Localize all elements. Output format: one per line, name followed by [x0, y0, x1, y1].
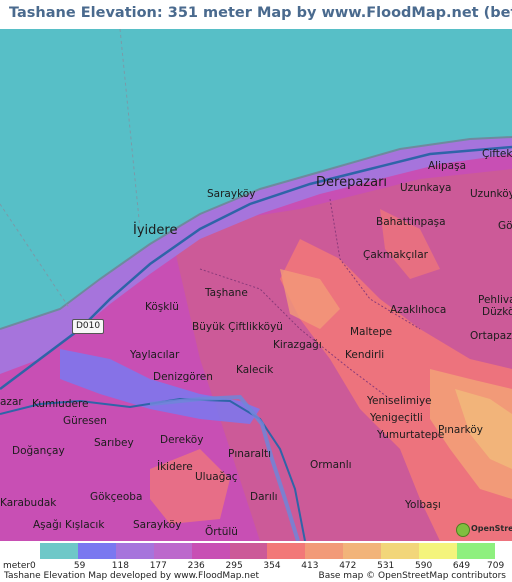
place-ciftekavak: Çiftekav — [482, 148, 512, 160]
place-ortapazar: Ortapaza — [470, 330, 512, 342]
footer: Tashane Elevation Map developed by www.F… — [0, 571, 512, 582]
place-ormanli: Ormanlı — [310, 459, 352, 471]
legend-swatch — [77, 543, 116, 559]
openstreetmap-logo-text: OpenStreetMap — [471, 524, 512, 533]
legend-swatch — [229, 543, 268, 559]
openstreetmap-icon — [456, 523, 470, 537]
place-saribey: Sarıbey — [94, 437, 134, 449]
legend-value: 531 — [377, 561, 395, 571]
place-koşklu: Köşklü — [145, 301, 179, 313]
legend-value: 236 — [187, 561, 205, 571]
place-derepazari: Derepazarı — [316, 175, 388, 190]
legend-value: 59 — [73, 561, 86, 571]
place-yeniselimiye: Yeniselimiye — [367, 395, 432, 407]
legend-swatch — [153, 543, 192, 559]
place-duzko: Düzkö — [482, 306, 512, 318]
openstreetmap-logo[interactable]: OpenStreetMap — [456, 522, 512, 538]
place-karabudak: Karabudak — [0, 497, 57, 509]
legend-swatch — [267, 543, 306, 559]
legend-swatch — [115, 543, 154, 559]
place-azaklihoca: Azaklıhoca — [390, 304, 447, 316]
place-saraykoy-north: Sarayköy — [207, 188, 256, 200]
place-kirazgagi: Kirazgağı — [273, 339, 322, 351]
legend-value: 649 — [452, 561, 471, 571]
place-yolbasi: Yolbaşı — [405, 499, 441, 511]
place-pinaralti: Pınaraltı — [228, 448, 272, 460]
place-dogancay: Doğançay — [12, 445, 65, 457]
place-tashane: Taşhane — [205, 287, 248, 299]
place-derekoy: Dereköy — [160, 434, 204, 446]
place-kumludere: Kumludere — [32, 398, 89, 410]
place-asagi-kislacik: Aşağı Kışlacık — [33, 519, 105, 531]
footer-credit: Tashane Elevation Map developed by www.F… — [4, 571, 260, 581]
legend-swatch — [305, 543, 344, 559]
place-yumurtatepe: Yumurtatepe — [377, 429, 445, 441]
place-pazar: azar — [0, 396, 23, 408]
legend-swatch — [381, 543, 420, 559]
place-guresen: Güresen — [63, 415, 107, 427]
place-pinarkoy: Pınarköy — [438, 424, 483, 436]
place-bahattinpasa: Bahattinpaşa — [376, 216, 446, 228]
legend-value: 177 — [149, 561, 167, 571]
place-go: Gö — [498, 220, 512, 232]
footer-attribution[interactable]: Base map © OpenStreetMap contributors — [319, 571, 506, 581]
place-denizgoren: Denizgören — [153, 371, 213, 383]
place-ikidere: İkidere — [157, 461, 193, 473]
place-saraykoy-south: Sarayköy — [133, 519, 182, 531]
place-buyuk-ciftlikkoyu: Büyük Çiftlikköyü — [192, 321, 283, 333]
place-uluagac: Uluağaç — [195, 471, 238, 483]
legend-value: 472 — [339, 561, 357, 571]
legend-swatch — [456, 543, 495, 559]
place-alipasa: Alipaşa — [428, 160, 467, 172]
road-d010-badge: D010 — [72, 319, 104, 334]
place-yenigecitli: Yenigeçitli — [370, 412, 423, 424]
place-darili: Darılı — [250, 491, 278, 503]
legend-swatch — [40, 543, 78, 559]
place-maltepe: Maltepe — [350, 326, 393, 338]
map-title: Tashane Elevation: 351 meter Map by www.… — [9, 5, 512, 21]
place-gokceoba: Gökçeoba — [90, 491, 143, 503]
place-uzunkaya: Uzunkaya — [400, 182, 452, 194]
legend-swatch — [419, 543, 457, 559]
legend-value: 354 — [263, 561, 281, 571]
terrain-layer — [0, 29, 512, 541]
legend-swatch — [343, 543, 382, 559]
place-pehliva: Pehliva — [478, 294, 512, 306]
title-bar: Tashane Elevation: 351 meter Map by www.… — [0, 0, 512, 29]
legend-unit-label: meter — [3, 561, 31, 571]
legend-value: 0 — [30, 561, 36, 571]
legend-value: 590 — [415, 561, 433, 571]
place-ortulu: Örtülü — [205, 526, 238, 538]
legend-value: 709 — [487, 561, 505, 571]
legend-value: 118 — [111, 561, 129, 571]
place-kendirli: Kendirli — [345, 349, 385, 361]
legend-value: 413 — [301, 561, 319, 571]
elevation-legend — [0, 541, 512, 563]
place-kalecik: Kalecik — [236, 364, 274, 376]
elevation-map[interactable]: D010 Çiftekav Alipaşa Derepazarı Uzunkay… — [0, 29, 512, 541]
place-yaylacilar: Yaylacılar — [130, 349, 180, 361]
legend-value: 295 — [225, 561, 243, 571]
legend-swatch — [191, 543, 230, 559]
place-uzunkoy: Uzunköy — [470, 188, 512, 200]
place-cakmakcilar: Çakmakçılar — [363, 249, 428, 261]
place-iyidere: İyidere — [133, 223, 178, 238]
